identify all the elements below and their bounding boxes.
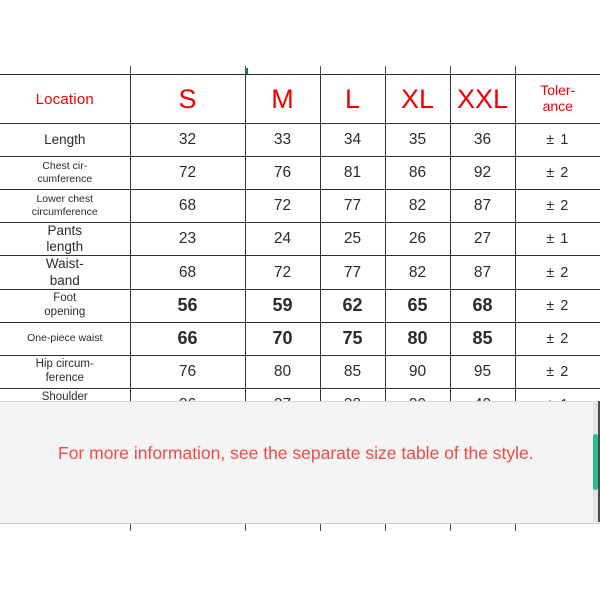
cell-value: 35 bbox=[384, 123, 450, 157]
cell-tolerance: ± 1 bbox=[514, 123, 600, 157]
header-size-l: L bbox=[319, 74, 385, 124]
row-label: Pants length bbox=[0, 221, 130, 257]
cell-value: 72 bbox=[244, 189, 320, 223]
table-row: Foot opening 56 59 62 65 68 ± 2 bbox=[0, 288, 600, 323]
cell-value: 82 bbox=[384, 189, 450, 223]
column-tick bbox=[130, 66, 131, 74]
cell-value: 59 bbox=[244, 288, 320, 323]
column-tick bbox=[245, 523, 246, 531]
header-size-xxl: XXL bbox=[449, 74, 515, 124]
column-ticks-top bbox=[0, 66, 600, 74]
cell-value: 56 bbox=[129, 288, 245, 323]
cell-value: 72 bbox=[244, 255, 320, 290]
cell-value: 70 bbox=[244, 321, 320, 356]
row-label: Foot opening bbox=[0, 288, 130, 323]
cell-value: 80 bbox=[244, 354, 320, 389]
header-size-m: M bbox=[244, 74, 320, 124]
cell-value: 66 bbox=[129, 321, 245, 356]
header-location: Location bbox=[0, 74, 130, 124]
cell-tolerance: ± 2 bbox=[514, 354, 600, 389]
cell-value: 85 bbox=[319, 354, 385, 389]
column-tick bbox=[515, 66, 516, 74]
cell-value: 77 bbox=[319, 255, 385, 290]
table-row: Hip circum- ference 76 80 85 90 95 ± 2 bbox=[0, 354, 600, 389]
cell-value: 87 bbox=[449, 255, 515, 290]
cell-value: 76 bbox=[244, 156, 320, 190]
cell-value: 85 bbox=[449, 321, 515, 356]
cell-value: 68 bbox=[449, 288, 515, 323]
cell-value: 81 bbox=[319, 156, 385, 190]
cell-value: 33 bbox=[244, 123, 320, 157]
header-tolerance: Toler- ance bbox=[514, 74, 600, 124]
table-row: Waist- band 68 72 77 82 87 ± 2 bbox=[0, 255, 600, 290]
cell-value: 90 bbox=[384, 354, 450, 389]
size-chart-table: Location S M L XL XXL Toler- ance Length… bbox=[0, 74, 600, 422]
cell-value: 86 bbox=[384, 156, 450, 190]
cell-tolerance: ± 1 bbox=[514, 221, 600, 257]
cell-tolerance: ± 2 bbox=[514, 156, 600, 190]
note-overlay-panel: For more information, see the separate s… bbox=[0, 401, 600, 524]
scrollbar-thumb[interactable] bbox=[593, 434, 598, 490]
row-label: Waist- band bbox=[0, 255, 130, 290]
cell-value: 24 bbox=[244, 221, 320, 257]
cell-value: 87 bbox=[449, 189, 515, 223]
header-size-xl: XL bbox=[384, 74, 450, 124]
row-label: Length bbox=[0, 123, 130, 157]
cell-tolerance: ± 2 bbox=[514, 321, 600, 356]
column-tick bbox=[450, 66, 451, 74]
column-tick bbox=[450, 523, 451, 531]
cell-value: 92 bbox=[449, 156, 515, 190]
cell-tolerance: ± 2 bbox=[514, 189, 600, 223]
column-tick bbox=[130, 523, 131, 531]
cell-value: 27 bbox=[449, 221, 515, 257]
column-tick bbox=[385, 66, 386, 74]
cell-value: 62 bbox=[319, 288, 385, 323]
column-tick bbox=[320, 66, 321, 74]
table-body: Length 32 33 34 35 36 ± 1 Chest cir- cumference… bbox=[0, 123, 600, 422]
cell-value: 68 bbox=[129, 189, 245, 223]
cell-value: 36 bbox=[449, 123, 515, 157]
table-row: Lower chest circumference 68 72 77 82 87 ± 2 bbox=[0, 189, 600, 223]
cell-value: 77 bbox=[319, 189, 385, 223]
row-label: Lower chest circumference bbox=[0, 189, 130, 223]
cell-value: 23 bbox=[129, 221, 245, 257]
table-row: Chest cir- cumference 72 76 81 86 92 ± 2 bbox=[0, 156, 600, 190]
cell-value: 26 bbox=[384, 221, 450, 257]
cell-value: 95 bbox=[449, 354, 515, 389]
table-row: Length 32 33 34 35 36 ± 1 bbox=[0, 123, 600, 157]
cell-value: 72 bbox=[129, 156, 245, 190]
table-row: Pants length 23 24 25 26 27 ± 1 bbox=[0, 221, 600, 257]
header-size-s: S bbox=[129, 74, 245, 124]
cell-value: 34 bbox=[319, 123, 385, 157]
cell-value: 80 bbox=[384, 321, 450, 356]
note-text: For more information, see the separate s… bbox=[58, 443, 534, 463]
size-table-container: Location S M L XL XXL Toler- ance Length… bbox=[0, 74, 600, 422]
column-tick bbox=[385, 523, 386, 531]
column-tick bbox=[515, 523, 516, 531]
row-label: Chest cir- cumference bbox=[0, 156, 130, 190]
cell-value: 76 bbox=[129, 354, 245, 389]
column-tick bbox=[320, 523, 321, 531]
cell-tolerance: ± 2 bbox=[514, 255, 600, 290]
cell-value: 68 bbox=[129, 255, 245, 290]
row-label: One-piece waist bbox=[0, 321, 130, 356]
cell-value: 32 bbox=[129, 123, 245, 157]
cell-value: 25 bbox=[319, 221, 385, 257]
column-ticks-bottom bbox=[0, 523, 600, 531]
cell-tolerance: ± 2 bbox=[514, 288, 600, 323]
row-label: Hip circum- ference bbox=[0, 354, 130, 389]
cell-value: 82 bbox=[384, 255, 450, 290]
cell-value: 65 bbox=[384, 288, 450, 323]
screenshot-root: Location S M L XL XXL Toler- ance Length… bbox=[0, 0, 600, 600]
table-row: One-piece waist 66 70 75 80 85 ± 2 bbox=[0, 321, 600, 356]
table-header-row: Location S M L XL XXL Toler- ance bbox=[0, 74, 600, 124]
cell-value: 75 bbox=[319, 321, 385, 356]
